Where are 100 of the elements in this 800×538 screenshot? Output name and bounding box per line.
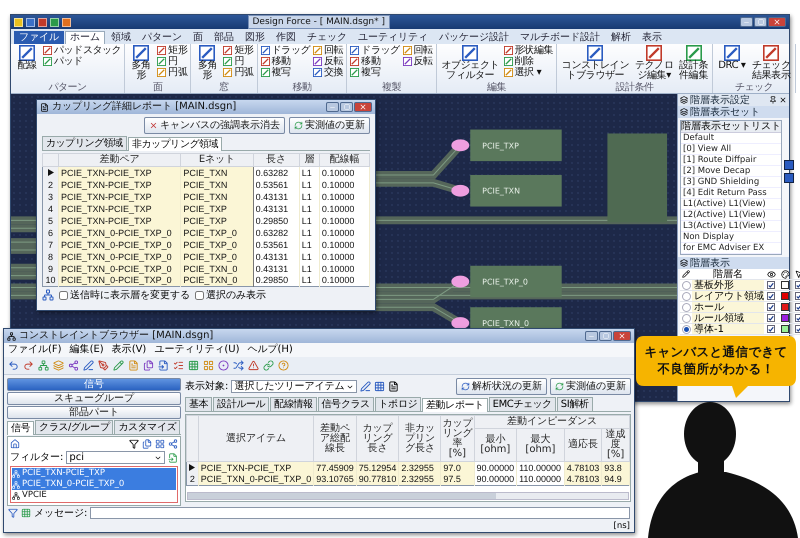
- color-swatch[interactable]: [781, 303, 789, 311]
- warning-icon[interactable]: [248, 360, 259, 371]
- tab[interactable]: 設計ルール: [213, 397, 270, 411]
- ribbon-button[interactable]: 矩形: [157, 45, 188, 56]
- list-item[interactable]: [4] Edit Return Pass: [681, 188, 781, 199]
- radio-button[interactable]: [682, 324, 690, 334]
- radio-button[interactable]: [682, 280, 690, 290]
- ribbon-tab[interactable]: ユーティリティ: [353, 31, 433, 44]
- ribbon-tab[interactable]: ホーム: [65, 31, 105, 44]
- mode-button[interactable]: 信号: [7, 378, 181, 391]
- down-arrow-button[interactable]: [784, 173, 794, 183]
- ribbon-button[interactable]: コンストレイントブラウザー: [560, 45, 631, 81]
- ribbon-button[interactable]: オブジェクトフィルター: [440, 45, 501, 81]
- pen-icon[interactable]: [360, 381, 372, 392]
- ribbon-button[interactable]: 選択 ▾: [504, 67, 554, 78]
- radio-button[interactable]: [682, 302, 690, 312]
- shuffle-icon[interactable]: [233, 360, 244, 371]
- tab[interactable]: 信号クラス: [318, 397, 374, 411]
- close-button[interactable]: [613, 331, 631, 341]
- ribbon-button[interactable]: 回転: [402, 45, 433, 56]
- filter-icon[interactable]: [129, 439, 139, 449]
- network-icon[interactable]: [42, 289, 54, 301]
- list-item[interactable]: Non Display: [681, 232, 781, 243]
- tab[interactable]: EMCチェック: [488, 397, 556, 411]
- ribbon-tab[interactable]: 面: [188, 31, 208, 44]
- target-dropdown[interactable]: 選択したツリーアイテム: [231, 380, 358, 393]
- checkbox[interactable]: [59, 290, 68, 300]
- tab[interactable]: 非カップリング領域: [128, 137, 222, 151]
- ribbon-button[interactable]: 移動: [350, 56, 400, 67]
- refresh-button[interactable]: 実測値の更新: [289, 117, 370, 134]
- ribbon-tab[interactable]: 解析: [606, 31, 636, 44]
- tab[interactable]: カスタマイズ: [114, 420, 180, 434]
- pen-icon[interactable]: [83, 360, 94, 371]
- list-item[interactable]: [0] View All: [681, 144, 781, 155]
- file-input-icon[interactable]: [158, 360, 169, 371]
- ribbon-button[interactable]: 回転: [313, 45, 344, 56]
- scrollbar[interactable]: [187, 492, 629, 500]
- radio-button[interactable]: [682, 314, 690, 322]
- ribbon-button[interactable]: 円弧: [223, 67, 254, 78]
- menu-item[interactable]: ユーティリティ(U): [154, 344, 240, 356]
- checkbox[interactable]: [767, 325, 775, 333]
- list-item[interactable]: L1(Active) L1(View): [681, 199, 781, 210]
- ribbon-tab[interactable]: 領域: [106, 31, 136, 44]
- tab[interactable]: 信号: [7, 421, 34, 435]
- grid-icon[interactable]: [155, 439, 165, 449]
- color-swatch[interactable]: [781, 325, 789, 333]
- checkbox[interactable]: [767, 303, 775, 311]
- pen-tool-icon[interactable]: [98, 360, 109, 371]
- color-swatch[interactable]: [781, 292, 789, 300]
- tab[interactable]: カップリング領域: [42, 136, 127, 150]
- ribbon-button[interactable]: 多角形: [194, 45, 220, 81]
- close-button[interactable]: [354, 102, 372, 112]
- ribbon-tab[interactable]: 表示: [637, 31, 667, 44]
- tab[interactable]: トポロジ: [374, 397, 422, 411]
- ribbon-tab[interactable]: ファイル: [14, 31, 64, 44]
- tree-item[interactable]: PCIE_TXN-PCIE_TXP: [12, 468, 176, 479]
- filter-dropdown[interactable]: pci: [66, 451, 165, 464]
- mode-button[interactable]: スキューグループ: [7, 392, 181, 405]
- list-item[interactable]: Default: [681, 133, 781, 144]
- files-icon[interactable]: [142, 439, 152, 449]
- redo-icon[interactable]: [23, 360, 34, 371]
- ribbon-button[interactable]: 形状編集: [504, 45, 554, 56]
- document-icon[interactable]: [388, 381, 400, 392]
- ribbon-button[interactable]: 多角形: [128, 45, 154, 81]
- ribbon-tab[interactable]: 図形: [240, 31, 270, 44]
- pencil-icon[interactable]: [113, 360, 124, 371]
- grid-icon[interactable]: [21, 508, 31, 518]
- link-icon[interactable]: [263, 360, 274, 371]
- maximize-button[interactable]: [754, 17, 767, 27]
- ribbon-button[interactable]: 円: [223, 56, 254, 67]
- ribbon-button[interactable]: DRC ▾: [716, 45, 748, 71]
- files-icon[interactable]: [143, 360, 154, 371]
- list-item[interactable]: [1] Route Diffpair: [681, 155, 781, 166]
- ribbon-tab[interactable]: パターン: [137, 31, 187, 44]
- up-arrow-button[interactable]: [784, 160, 794, 170]
- close-button[interactable]: [768, 17, 786, 27]
- menu-item[interactable]: ヘルプ(H): [247, 344, 293, 356]
- tree-item[interactable]: PCIE_TXN_0-PCIE_TXP_0: [12, 479, 176, 490]
- color-swatch[interactable]: [781, 281, 789, 289]
- ribbon-tab[interactable]: マルチボード設計: [515, 31, 605, 44]
- clear-highlight-button[interactable]: キャンバスの強調表示消去: [144, 117, 285, 134]
- tab[interactable]: 差動レポート: [422, 398, 488, 412]
- minimize-button[interactable]: [326, 102, 339, 112]
- minimize-button[interactable]: [585, 331, 598, 341]
- message-field[interactable]: [90, 507, 630, 519]
- home-icon[interactable]: [10, 439, 20, 449]
- tab[interactable]: SI解析: [556, 397, 592, 411]
- ribbon-button[interactable]: 設計条件編集: [678, 45, 710, 81]
- maximize-button[interactable]: [340, 102, 353, 112]
- ribbon-tab[interactable]: 作図: [271, 31, 301, 44]
- ribbon-button[interactable]: 反転: [402, 56, 433, 67]
- radio-button[interactable]: [682, 292, 690, 300]
- ribbon-button[interactable]: ドラッグ: [260, 45, 310, 56]
- ribbon-button[interactable]: 複写: [350, 67, 400, 78]
- list-item[interactable]: L3(Active) L1(View): [681, 221, 781, 232]
- ribbon-button[interactable]: 反転: [313, 56, 344, 67]
- ribbon-button[interactable]: 移動: [260, 56, 310, 67]
- tab[interactable]: クラス/グループ: [35, 420, 114, 434]
- ribbon-button[interactable]: 配線: [14, 45, 40, 71]
- grid-icon[interactable]: [374, 381, 386, 392]
